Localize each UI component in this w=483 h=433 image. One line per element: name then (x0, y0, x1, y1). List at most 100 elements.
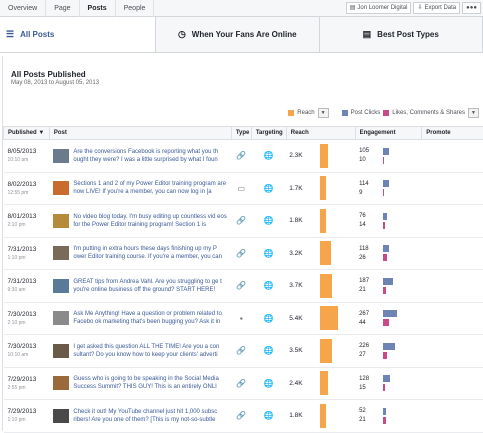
post-time: 2:55 pm (8, 385, 50, 391)
likes-value: 44 (359, 320, 383, 326)
likes-value: 15 (359, 385, 383, 391)
promote-cell[interactable] (422, 335, 483, 368)
globe-icon: 🌐 (251, 237, 286, 270)
post-thumbnail[interactable] (53, 376, 69, 390)
post-time: 2:10 pm (8, 320, 50, 326)
subtab-all-posts[interactable]: ☰ All Posts (0, 17, 156, 52)
post-date: 8/02/2013 (8, 181, 50, 188)
col-published[interactable]: Published ▼ (4, 127, 50, 140)
post-cell: Ask Me Anything! Have a question or prob… (49, 302, 231, 335)
post-thumbnail[interactable] (53, 214, 69, 228)
post-cell: Guess who is going to be speaking in the… (49, 367, 231, 400)
promote-cell[interactable] (422, 270, 483, 303)
more-button[interactable]: ●●● (462, 2, 481, 14)
post-clicks-value: 114 (359, 181, 383, 187)
post-link[interactable]: Check it out! My YouTube channel just hi… (73, 408, 229, 424)
post-link[interactable]: Sections 1 and 2 of my Power Editor trai… (73, 180, 229, 196)
post-time: 1:10 pm (8, 255, 50, 261)
subtab-fans-online[interactable]: ◷ When Your Fans Are Online (156, 17, 320, 52)
engagement-dropdown[interactable]: ▼ (468, 108, 479, 118)
legend-likes: Likes, Comments & Shares (392, 110, 465, 116)
globe-icon: 🌐 (251, 302, 286, 335)
promote-cell[interactable] (422, 237, 483, 270)
post-clicks-bar (383, 278, 393, 285)
post-thumbnail[interactable] (53, 409, 69, 423)
post-clicks-bar (383, 148, 389, 155)
post-thumbnail[interactable] (53, 279, 69, 293)
post-link[interactable]: Are the conversions Facebook is reportin… (73, 148, 229, 164)
reach-value: 1.8K (286, 217, 320, 224)
post-clicks-value: 52 (359, 408, 383, 414)
tab-posts[interactable]: Posts (80, 0, 116, 17)
link-icon: 🔗 (231, 367, 251, 400)
video-icon: ▭ (231, 172, 251, 205)
likes-bar (383, 319, 389, 326)
post-link[interactable]: No video blog today. I'm busy editing up… (73, 213, 229, 229)
post-date: 7/31/2013 (8, 278, 50, 285)
published-cell: 7/30/2013 10:10 am (4, 335, 50, 368)
globe-icon: 🌐 (251, 400, 286, 433)
tab-page[interactable]: Page (46, 0, 79, 17)
likes-bar (383, 157, 384, 164)
post-clicks-bar (383, 310, 397, 317)
link-icon: 🔗 (231, 237, 251, 270)
posts-subnav: ☰ All Posts ◷ When Your Fans Are Online … (0, 17, 483, 53)
post-thumbnail[interactable] (53, 344, 69, 358)
tab-people[interactable]: People (116, 0, 155, 17)
reach-bar (320, 371, 328, 395)
post-thumbnail[interactable] (53, 149, 69, 163)
globe-icon: 🌐 (251, 335, 286, 368)
post-date: 8/01/2013 (8, 213, 50, 220)
post-clicks-value: 105 (359, 148, 383, 154)
post-thumbnail[interactable] (53, 246, 69, 260)
post-time: 9:30 am (8, 287, 50, 293)
published-cell: 7/29/2013 2:55 pm (4, 367, 50, 400)
all-posts-panel: All Posts Published May 08, 2013 to Augu… (2, 56, 483, 431)
likes-swatch (383, 110, 389, 116)
promote-cell[interactable] (422, 172, 483, 205)
reach-value: 1.8K (286, 412, 320, 419)
post-thumbnail[interactable] (53, 311, 69, 325)
reach-bar (320, 404, 326, 428)
reach-bar (320, 144, 328, 168)
reach-bar (320, 274, 332, 298)
likes-bar (383, 254, 387, 261)
export-data-button[interactable]: ⇩Export Data (413, 2, 460, 14)
post-date: 7/30/2013 (8, 343, 50, 350)
post-clicks-bar (383, 213, 387, 220)
subtab-best-post-types[interactable]: ▤ Best Post Types (320, 17, 483, 52)
likes-bar (383, 417, 386, 424)
reach-value: 5.4K (286, 315, 320, 322)
published-cell: 7/31/2013 9:30 am (4, 270, 50, 303)
post-link[interactable]: GREAT tips from Andrea Vahl. Are you str… (73, 278, 229, 294)
promote-cell[interactable] (422, 302, 483, 335)
post-clicks-value: 76 (359, 213, 383, 219)
col-targeting: Targeting (251, 127, 286, 140)
comment-icon: ▪ (231, 302, 251, 335)
col-reach: Reach (286, 127, 355, 140)
post-link[interactable]: Guess who is going to be speaking in the… (73, 375, 229, 391)
reach-dropdown[interactable]: ▼ (318, 108, 329, 118)
subtab-all-posts-label: All Posts (20, 30, 54, 39)
panel-title: All Posts Published (11, 70, 475, 79)
engagement-cell: 187 21 (355, 270, 422, 303)
post-cell: I get asked this question ALL THE TIME! … (49, 335, 231, 368)
post-link[interactable]: Ask Me Anything! Have a question or prob… (73, 310, 229, 326)
table-row: 7/30/2013 10:10 am I get asked this ques… (4, 335, 483, 368)
post-link[interactable]: I'm putting in extra hours these days fi… (73, 245, 229, 261)
post-link[interactable]: I get asked this question ALL THE TIME! … (73, 343, 229, 359)
export-button-label: Export Data (424, 3, 456, 13)
post-thumbnail[interactable] (53, 181, 69, 195)
post-date: 8/05/2013 (8, 148, 50, 155)
promote-cell[interactable] (422, 140, 483, 173)
promote-cell[interactable] (422, 400, 483, 433)
post-time: 10:10 am (8, 352, 50, 358)
post-clicks-value: 128 (359, 376, 383, 382)
tab-overview[interactable]: Overview (0, 0, 46, 17)
clicks-swatch (342, 110, 348, 116)
globe-icon: 🌐 (251, 270, 286, 303)
promote-cell[interactable] (422, 205, 483, 238)
promote-cell[interactable] (422, 367, 483, 400)
account-button[interactable]: ▤Jon Loomer Digital (346, 2, 412, 14)
post-time: 1:10 pm (8, 417, 50, 423)
